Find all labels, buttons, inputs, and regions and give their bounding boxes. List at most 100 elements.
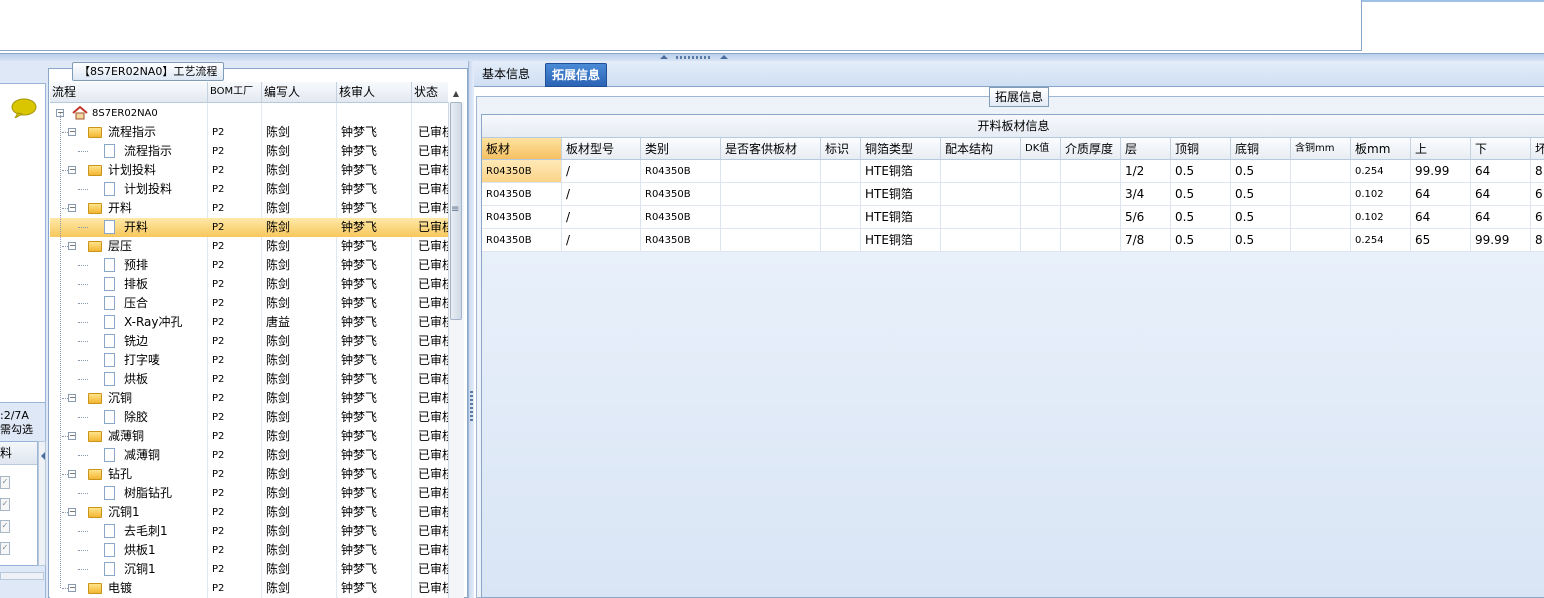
material-column-header[interactable]: 板材型号 <box>562 138 641 160</box>
material-cell[interactable] <box>1061 160 1121 183</box>
material-cell[interactable]: R04350B <box>641 229 721 252</box>
row-checkbox[interactable]: ✓ <box>0 498 10 511</box>
material-cell[interactable]: 0.5 <box>1231 229 1291 252</box>
collapse-toggle-icon[interactable]: − <box>68 470 76 478</box>
collapse-up-icon[interactable] <box>720 55 728 59</box>
material-column-header[interactable]: DK值 <box>1021 138 1061 160</box>
material-cell[interactable]: R04350B <box>482 160 562 183</box>
material-column-header[interactable]: 层 <box>1121 138 1171 160</box>
material-cell[interactable] <box>941 229 1021 252</box>
material-column-header[interactable]: 底铜 <box>1231 138 1291 160</box>
material-cell[interactable]: 65 <box>1411 229 1471 252</box>
material-column-header[interactable]: 下 <box>1471 138 1531 160</box>
material-cell[interactable]: R04350B <box>482 206 562 229</box>
material-column-header[interactable]: 类别 <box>641 138 721 160</box>
material-cell[interactable]: 0.254 <box>1351 160 1411 183</box>
tree-row[interactable]: 铣边 P2 陈剑 钟梦飞 已审核 <box>50 332 448 351</box>
column-header-bom-factory[interactable]: BOM工厂 <box>208 82 262 103</box>
top-input-area[interactable] <box>0 0 1362 51</box>
material-cell[interactable]: / <box>562 160 641 183</box>
material-column-header[interactable]: 是否客供板材 <box>721 138 821 160</box>
chat-bubble-icon[interactable] <box>10 98 38 118</box>
material-cell[interactable]: 64 <box>1471 183 1531 206</box>
tree-row[interactable]: 树脂钻孔 P2 陈剑 钟梦飞 已审核 <box>50 484 448 503</box>
row-checkbox[interactable]: ✓ <box>0 520 10 533</box>
collapse-toggle-icon[interactable]: − <box>68 508 76 516</box>
column-header-reviewer[interactable]: 核审人 <box>337 82 412 103</box>
material-cell[interactable] <box>721 206 821 229</box>
material-cell[interactable]: R04350B <box>482 229 562 252</box>
material-cell[interactable] <box>1061 229 1121 252</box>
material-cell[interactable]: / <box>562 183 641 206</box>
material-cell[interactable]: 0.5 <box>1171 160 1231 183</box>
material-cell[interactable] <box>1291 160 1351 183</box>
horizontal-splitter[interactable] <box>0 53 1544 61</box>
tree-row[interactable]: 计划投料 P2 陈剑 钟梦飞 已审核 <box>50 180 448 199</box>
tree-row[interactable]: 烘板 P2 陈剑 钟梦飞 已审核 <box>50 370 448 389</box>
material-cell[interactable]: 8 <box>1531 160 1544 183</box>
material-cell[interactable]: R04350B <box>482 183 562 206</box>
material-column-header[interactable]: 介质厚度 <box>1061 138 1121 160</box>
material-cell[interactable]: 99.99 <box>1411 160 1471 183</box>
collapse-toggle-icon[interactable]: − <box>68 394 76 402</box>
material-cell[interactable]: HTE铜箔 <box>861 160 941 183</box>
material-cell[interactable] <box>941 183 1021 206</box>
material-cell[interactable]: / <box>562 229 641 252</box>
tree-row[interactable]: 压合 P2 陈剑 钟梦飞 已审核 <box>50 294 448 313</box>
column-header-flow[interactable]: 流程 <box>50 82 208 103</box>
scroll-up-icon[interactable]: ▲ <box>450 88 462 100</box>
material-cell[interactable]: 64 <box>1471 206 1531 229</box>
material-cell[interactable]: 0.254 <box>1351 229 1411 252</box>
material-cell[interactable] <box>1021 229 1061 252</box>
collapse-toggle-icon[interactable]: − <box>68 432 76 440</box>
material-cell[interactable]: 64 <box>1411 183 1471 206</box>
tree-row[interactable]: 排板 P2 陈剑 钟梦飞 已审核 <box>50 275 448 294</box>
material-cell[interactable] <box>721 160 821 183</box>
material-cell[interactable] <box>821 183 861 206</box>
material-cell[interactable] <box>1291 229 1351 252</box>
tree-row[interactable]: − 钻孔 P2 陈剑 钟梦飞 已审核 <box>50 465 448 484</box>
material-column-header[interactable]: 配本结构 <box>941 138 1021 160</box>
row-checkbox[interactable]: ✓ <box>0 542 10 555</box>
material-column-header[interactable]: 坏 <box>1531 138 1544 160</box>
material-cell[interactable]: HTE铜箔 <box>861 183 941 206</box>
material-cell[interactable]: R04350B <box>641 160 721 183</box>
collapse-toggle-icon[interactable]: − <box>68 166 76 174</box>
material-cell[interactable]: 0.5 <box>1231 160 1291 183</box>
material-column-header[interactable]: 上 <box>1411 138 1471 160</box>
collapse-left-icon[interactable] <box>41 452 45 460</box>
collapse-toggle-icon[interactable]: − <box>68 242 76 250</box>
tree-row[interactable]: 去毛刺1 P2 陈剑 钟梦飞 已审核 <box>50 522 448 541</box>
tree-row[interactable]: 开料 P2 陈剑 钟梦飞 已审核 <box>50 218 448 237</box>
material-cell[interactable] <box>1021 183 1061 206</box>
splitter-grip-icon[interactable] <box>470 391 473 421</box>
material-cell[interactable] <box>941 160 1021 183</box>
material-cell[interactable]: 3/4 <box>1121 183 1171 206</box>
material-cell[interactable]: 6 <box>1531 206 1544 229</box>
material-cell[interactable]: R04350B <box>641 183 721 206</box>
material-cell[interactable]: 7/8 <box>1121 229 1171 252</box>
material-cell[interactable] <box>1291 206 1351 229</box>
material-cell[interactable]: 0.5 <box>1231 183 1291 206</box>
tree-row[interactable]: 除胶 P2 陈剑 钟梦飞 已审核 <box>50 408 448 427</box>
material-column-header[interactable]: 标识 <box>821 138 861 160</box>
material-column-header[interactable]: 板材 <box>482 138 562 160</box>
tree-root-row[interactable]: −8S7ER02NA0 <box>50 104 448 123</box>
tree-row[interactable]: 沉铜1 P2 陈剑 钟梦飞 已审核 <box>50 560 448 579</box>
material-cell[interactable]: 64 <box>1471 160 1531 183</box>
material-cell[interactable] <box>721 183 821 206</box>
material-cell[interactable] <box>1061 206 1121 229</box>
tree-row[interactable]: − 计划投料 P2 陈剑 钟梦飞 已审核 <box>50 161 448 180</box>
collapse-toggle-icon[interactable]: − <box>68 204 76 212</box>
material-cell[interactable] <box>821 229 861 252</box>
tree-row[interactable]: − 层压 P2 陈剑 钟梦飞 已审核 <box>50 237 448 256</box>
tree-row[interactable]: − 沉铜1 P2 陈剑 钟梦飞 已审核 <box>50 503 448 522</box>
material-column-header[interactable]: 顶铜 <box>1171 138 1231 160</box>
material-cell[interactable]: 0.5 <box>1231 206 1291 229</box>
material-cell[interactable] <box>1061 183 1121 206</box>
tree-row[interactable]: 烘板1 P2 陈剑 钟梦飞 已审核 <box>50 541 448 560</box>
material-cell[interactable]: HTE铜箔 <box>861 229 941 252</box>
material-cell[interactable]: HTE铜箔 <box>861 206 941 229</box>
left-grid-hscrollbar[interactable] <box>0 572 44 580</box>
tree-row[interactable]: 流程指示 P2 陈剑 钟梦飞 已审核 <box>50 142 448 161</box>
